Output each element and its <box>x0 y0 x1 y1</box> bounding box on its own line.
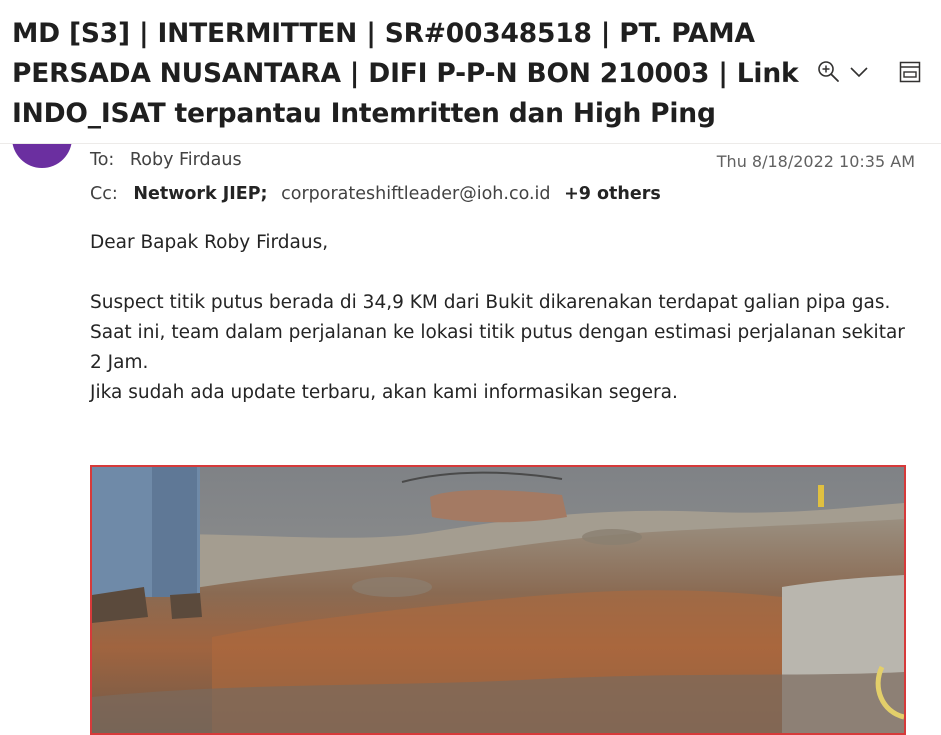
header-actions <box>814 58 924 86</box>
sent-date: Thu 8/18/2022 10:35 AM <box>716 152 915 171</box>
cc-label: Cc: <box>90 184 118 204</box>
excavation-photo[interactable] <box>90 465 906 735</box>
email-subject: MD [S3] | INTERMITTEN | SR#00348518 | PT… <box>12 18 799 129</box>
excavation-photo-image <box>92 467 904 733</box>
body-line-1: Suspect titik putus berada di 34,9 KM da… <box>90 292 891 313</box>
zoom-icon[interactable] <box>814 58 844 86</box>
body-blank-line <box>90 258 910 288</box>
to-row: To: Roby Firdaus <box>90 150 242 170</box>
body-line-3: Jika sudah ada update terbaru, akan kami… <box>90 382 678 403</box>
chevron-down-icon[interactable] <box>848 58 870 86</box>
open-in-new-window-icon[interactable] <box>896 58 924 86</box>
body-line-2: Saat ini, team dalam perjalanan ke lokas… <box>90 322 905 373</box>
cc-row: Cc: Network JIEP; corporateshiftleader@i… <box>90 184 661 204</box>
email-body: Dear Bapak Roby Firdaus, Suspect titik p… <box>90 228 910 408</box>
body-greeting: Dear Bapak Roby Firdaus, <box>90 232 329 253</box>
cc-recipient-network-jiep[interactable]: Network JIEP; <box>133 184 267 204</box>
header-divider <box>0 143 941 144</box>
cc-more-recipients[interactable]: +9 others <box>564 184 661 204</box>
cc-recipient-email[interactable]: corporateshiftleader@ioh.co.id <box>281 184 550 204</box>
to-label: To: <box>90 150 115 170</box>
to-recipient[interactable]: Roby Firdaus <box>130 150 242 170</box>
